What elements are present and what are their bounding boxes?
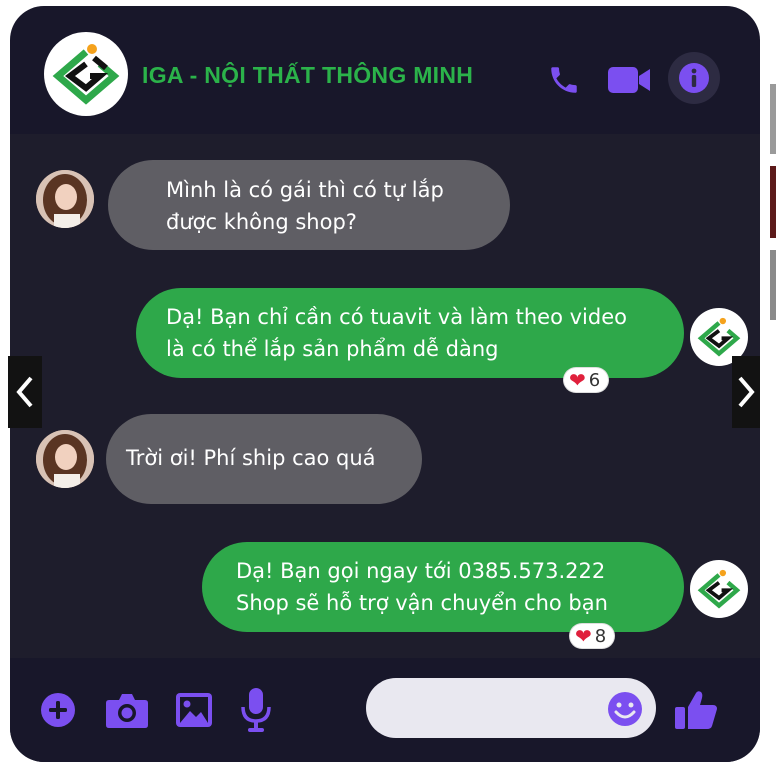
message-bubble-2: Dạ! Bạn chỉ cần có tuavit và làm theo vi… [136, 288, 684, 378]
thumbnail-strip [770, 250, 776, 320]
customer-avatar [36, 430, 94, 488]
emoji-icon[interactable] [606, 690, 644, 728]
image-icon[interactable] [174, 690, 214, 730]
message-bubble-3: Trời ơi! Phí ship cao quá [106, 414, 422, 504]
chevron-left-icon [16, 376, 33, 408]
message-bubble-4: Dạ! Bạn gọi ngay tới 0385.573.222 Shop s… [202, 542, 684, 632]
composer-bar [10, 658, 760, 762]
chat-title: IGA - NỘI THẤT THÔNG MINH [142, 62, 474, 88]
customer-avatar [36, 170, 94, 228]
shop-avatar [690, 560, 748, 618]
plus-circle-icon[interactable] [38, 690, 78, 730]
thumbnail-strip [770, 84, 776, 154]
heart-icon: ❤ [575, 624, 592, 648]
info-button[interactable] [668, 52, 720, 104]
chevron-right-icon [738, 376, 755, 408]
video-camera-icon[interactable] [604, 58, 654, 102]
reaction-count: 6 [588, 369, 601, 391]
carousel-next-button[interactable] [732, 356, 760, 428]
camera-icon[interactable] [104, 688, 150, 732]
message-bubble-1: Mình là có gái thì có tự lắp được không … [108, 160, 510, 250]
chat-window: IGA - NỘI THẤT THÔNG MINH Mình là có gái… [10, 6, 760, 762]
phone-icon[interactable] [544, 60, 584, 100]
reaction-badge[interactable]: ❤ 8 [570, 624, 615, 648]
thumbnail-strip [770, 166, 776, 238]
thumbs-up-icon[interactable] [672, 686, 720, 734]
info-icon [679, 63, 709, 93]
carousel-prev-button[interactable] [8, 356, 42, 428]
heart-icon: ❤ [569, 368, 586, 392]
reaction-count: 8 [594, 625, 607, 647]
chat-header: IGA - NỘI THẤT THÔNG MINH [10, 6, 760, 134]
iga-logo-icon[interactable] [44, 32, 128, 116]
reaction-badge[interactable]: ❤ 6 [564, 368, 609, 392]
microphone-icon[interactable] [236, 686, 276, 734]
